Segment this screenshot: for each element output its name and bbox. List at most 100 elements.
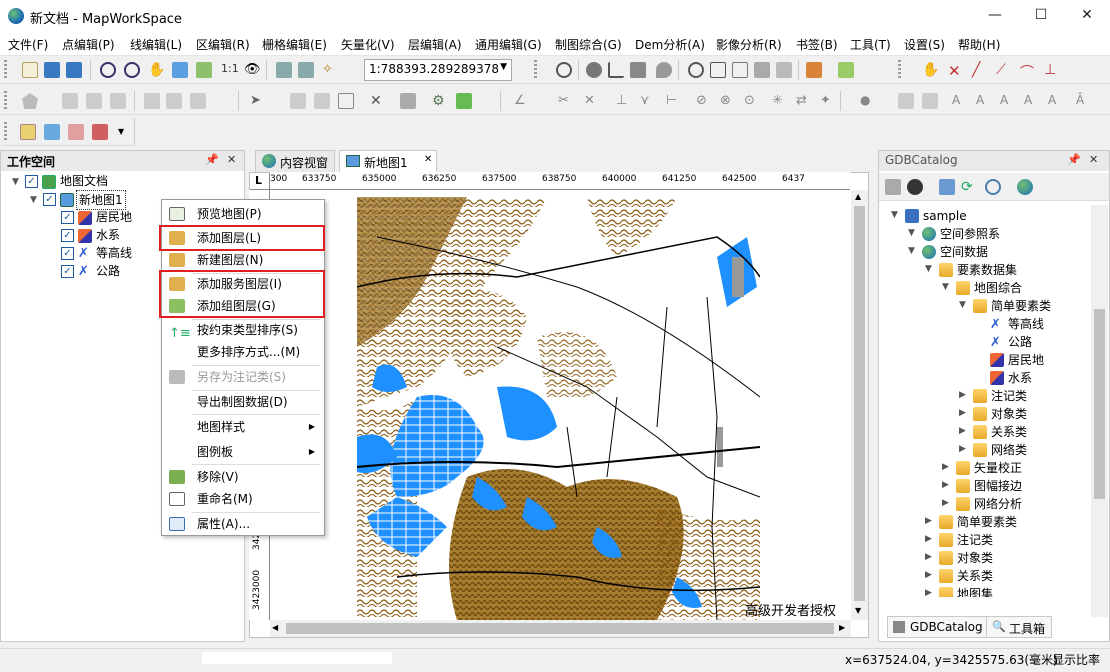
pan-hand-icon[interactable]: ✋	[148, 62, 165, 78]
toolbar-grip[interactable]	[4, 91, 7, 111]
tab-map1[interactable]: 新地图1 ✕	[339, 150, 437, 172]
line-check-icon[interactable]	[456, 93, 472, 109]
scroll-up-icon[interactable]: ▲	[855, 192, 861, 201]
expand-icon[interactable]: ▶	[942, 480, 949, 490]
edit-tool-icon[interactable]	[838, 62, 854, 78]
gdb-scrollbar[interactable]	[1091, 205, 1108, 617]
pin-icon[interactable]: 📌	[205, 153, 219, 166]
menu-tools[interactable]: 工具(T)	[850, 36, 891, 53]
tab-gdbcatalog[interactable]: GDBCatalog	[887, 616, 990, 638]
table-icon[interactable]	[939, 179, 955, 195]
edit-line-icon[interactable]	[290, 93, 306, 109]
save-all-icon[interactable]	[66, 62, 82, 78]
tree-root-label[interactable]: 地图文档	[60, 172, 108, 190]
line-angle-icon[interactable]: ⟋	[996, 62, 1012, 78]
region-clip-icon[interactable]	[190, 93, 206, 109]
layer-label[interactable]: 等高线	[96, 244, 132, 262]
contrast-icon[interactable]	[688, 62, 704, 78]
gdb-tree-item[interactable]: 水系	[879, 369, 1091, 387]
angle-icon[interactable]: ∠	[514, 93, 530, 109]
gdb-tree-item[interactable]: ▶ 关系类	[879, 423, 1091, 441]
menu-item-legend[interactable]: 图例板 ▶	[163, 441, 323, 463]
zoom-out-icon[interactable]	[124, 62, 140, 78]
polygon-icon[interactable]	[22, 93, 38, 109]
menu-region-edit[interactable]: 区编辑(R)	[196, 36, 250, 53]
move-point-icon[interactable]	[922, 93, 938, 109]
delete-icon[interactable]: ✕	[370, 93, 386, 109]
scroll-right-icon[interactable]: ▶	[839, 623, 845, 632]
scroll-thumb[interactable]	[286, 623, 834, 634]
menu-help[interactable]: 帮助(H)	[958, 36, 1000, 53]
chevron-down-icon[interactable]: ▼	[118, 127, 124, 136]
gdb-tree-item[interactable]: ▶ 图幅接边	[879, 477, 1091, 495]
gdb-tree-item[interactable]: ▼ 地图综合	[879, 279, 1091, 297]
chart-icon[interactable]	[776, 62, 792, 78]
menu-general-edit[interactable]: 通用编辑(G)	[475, 36, 542, 53]
expand-icon[interactable]: ▶	[925, 588, 932, 597]
x-icon[interactable]: ✕	[584, 93, 600, 109]
gdb-tree-item[interactable]: ▶ 网络类	[879, 441, 1091, 459]
menu-item-properties[interactable]: 属性(A)...	[163, 513, 323, 535]
expand-icon[interactable]: ▶	[925, 570, 932, 580]
gdb-tree-item[interactable]: ▼ 要素数据集	[879, 261, 1091, 279]
expand-icon[interactable]: ▼	[959, 300, 966, 310]
point-icon[interactable]: ●	[860, 93, 876, 109]
cross-icon[interactable]: ✕	[948, 62, 964, 80]
display-ratio-label[interactable]: 显示比率	[1052, 651, 1100, 668]
scroll-thumb[interactable]	[1094, 309, 1105, 499]
node-icon[interactable]: ⊙	[744, 93, 760, 109]
edit-node-icon[interactable]	[314, 93, 330, 109]
bend-icon[interactable]: ⋎	[640, 93, 656, 109]
expand-icon[interactable]: ▶	[925, 534, 932, 544]
star-icon[interactable]: ✦	[820, 93, 836, 109]
menu-item-new-layer[interactable]: 新建图层(N)	[163, 249, 323, 271]
tree-map-label[interactable]: 新地图1	[76, 190, 126, 210]
gdb-tree-item[interactable]: ▼ 空间参照系	[879, 225, 1091, 243]
menu-item-preview-map[interactable]: 预览地图(P)	[163, 203, 323, 225]
globe-icon[interactable]	[1017, 179, 1033, 195]
map-canvas[interactable]	[357, 197, 760, 620]
region-delete-icon[interactable]	[110, 93, 126, 109]
close-button[interactable]: ✕	[1064, 0, 1110, 30]
edit-point-icon[interactable]	[898, 93, 914, 109]
menu-raster-edit[interactable]: 栅格编辑(E)	[262, 36, 327, 53]
baseline-icon[interactable]: ⊥	[1044, 62, 1060, 78]
layer-checkbox[interactable]: ✓	[61, 211, 74, 224]
text-style-icon[interactable]: Ā	[1076, 93, 1092, 109]
panel-close-icon[interactable]: ✕	[1089, 153, 1098, 166]
root-checkbox[interactable]: ✓	[25, 175, 38, 188]
magnifier-icon[interactable]	[556, 62, 572, 78]
expand-icon[interactable]: ▶	[925, 552, 932, 562]
map-horizontal-scrollbar[interactable]: ◀ ▶	[270, 620, 851, 637]
gdb-tree-item[interactable]: ▶ 关系类	[879, 567, 1091, 585]
map-layer-icon[interactable]	[20, 124, 36, 140]
region-merge-icon[interactable]	[166, 93, 182, 109]
maximize-button[interactable]: ☐	[1018, 0, 1064, 30]
gdb-tree-item[interactable]: ▶ 注记类	[879, 387, 1091, 405]
layer-checkbox[interactable]: ✓	[61, 229, 74, 242]
refresh-icon[interactable]: ⟳	[961, 179, 977, 195]
tab-toolbox[interactable]: 🔍 工具箱	[986, 616, 1053, 638]
map-checkbox[interactable]: ✓	[43, 193, 56, 206]
book-icon[interactable]	[806, 62, 822, 78]
menu-vectorize[interactable]: 矢量化(V)	[341, 36, 395, 53]
pin-icon[interactable]: 📌	[1067, 153, 1081, 166]
target-icon[interactable]: ⊘	[696, 93, 712, 109]
search-icon[interactable]	[985, 179, 1001, 195]
tab-content-view[interactable]: 内容视窗	[255, 150, 336, 172]
extend-icon[interactable]: ⊢	[666, 93, 682, 109]
pointer-icon[interactable]: ➤	[250, 93, 266, 109]
text-a-icon[interactable]: A	[952, 93, 968, 109]
refresh-map-icon[interactable]	[196, 62, 212, 78]
rotate-right-icon[interactable]	[298, 62, 314, 78]
layer-label[interactable]: 居民地	[96, 208, 132, 226]
settings-gear-icon[interactable]: ⚙	[432, 93, 448, 109]
toolbar-grip[interactable]	[534, 60, 537, 80]
layer-checkbox[interactable]: ✓	[61, 265, 74, 278]
snap-icon[interactable]: ⊗	[720, 93, 736, 109]
mirror-icon[interactable]: ⇄	[796, 93, 812, 109]
eye-icon[interactable]: 👁	[244, 62, 261, 78]
cut-icon[interactable]: ✂	[558, 93, 574, 109]
gdb-tree-item[interactable]: ✗ 等高线	[879, 315, 1091, 333]
gdb-tree-item[interactable]: ✗ 公路	[879, 333, 1091, 351]
